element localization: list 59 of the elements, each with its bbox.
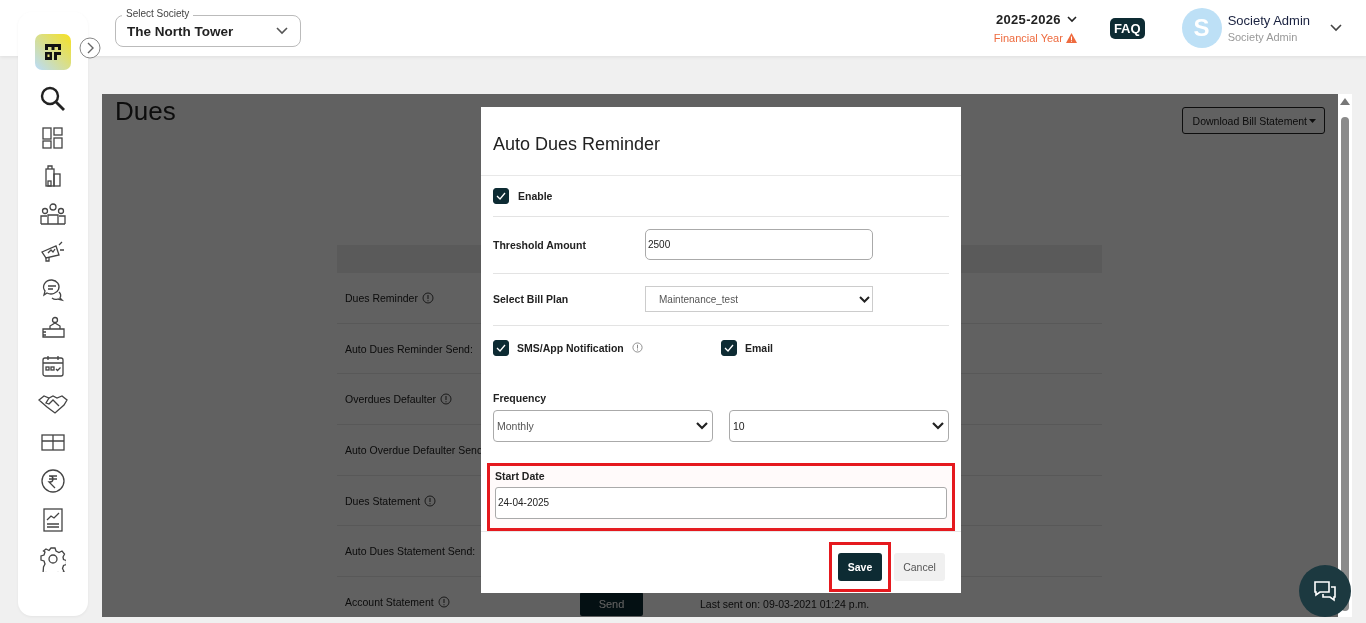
row-label: Auto Dues Reminder Send:	[345, 342, 473, 355]
row-label: Account Statement	[345, 596, 434, 609]
field-label: Frequency	[493, 391, 548, 404]
chevron-down-icon	[276, 27, 288, 35]
chevron-down-icon[interactable]	[1066, 16, 1077, 23]
start-date-input[interactable]: 24-04-2025	[495, 486, 947, 519]
chevron-down-icon	[859, 295, 870, 303]
checkmark-icon	[496, 343, 506, 352]
row-label: Dues Reminder	[345, 291, 418, 304]
caret-icon	[1309, 118, 1316, 123]
row-label: Overdues Defaulter	[345, 393, 437, 406]
scrollbar[interactable]	[1338, 94, 1352, 617]
field-label: Threshold Amount	[493, 238, 587, 251]
checkbox-label: Enable	[518, 189, 553, 202]
expand-chevron-icon[interactable]	[79, 37, 101, 59]
checkbox[interactable]	[721, 339, 737, 356]
society-name: The North Tower	[127, 23, 234, 39]
rupee-icon[interactable]	[40, 468, 66, 494]
checkbox[interactable]	[493, 339, 509, 356]
field-label: Select Society	[122, 8, 194, 20]
financial-year-label: Financial Year	[993, 32, 1063, 44]
dashboard-icon[interactable]	[41, 126, 65, 150]
page-title: Dues	[115, 96, 176, 127]
checkbox-label: SMS/App Notification	[517, 341, 624, 354]
financial-year-value[interactable]: 2025-2026	[996, 12, 1061, 27]
app-logo[interactable]	[35, 34, 71, 70]
frequency-period-select[interactable]: Monthly	[493, 409, 713, 442]
checkmark-icon	[724, 343, 734, 352]
reception-desk-icon[interactable]	[40, 316, 66, 340]
checkbox-label: Email	[745, 341, 773, 354]
scroll-up-arrow-icon[interactable]	[1340, 98, 1350, 105]
chevron-down-icon	[932, 421, 944, 430]
field-label: Select Bill Plan	[493, 293, 570, 306]
save-button[interactable]: Save	[838, 552, 882, 581]
user-name: Society Admin	[1227, 13, 1310, 28]
people-icon[interactable]	[40, 202, 66, 226]
frequency-day-select[interactable]: 10	[729, 409, 949, 442]
handshake-icon[interactable]	[38, 392, 68, 416]
chat-icon[interactable]	[41, 278, 65, 302]
search-icon[interactable]	[40, 86, 66, 112]
checkbox[interactable]	[493, 187, 509, 204]
threshold-amount-input[interactable]: 2500	[645, 229, 873, 261]
cancel-button[interactable]: Cancel	[894, 552, 945, 581]
calendar-icon[interactable]	[41, 354, 65, 378]
chat-bubbles-icon	[1312, 579, 1338, 603]
faq-button[interactable]: FAQ	[1109, 17, 1145, 39]
dialog-title: Auto Dues Reminder	[481, 107, 961, 176]
checkmark-icon	[496, 191, 506, 200]
chevron-down-icon	[696, 421, 708, 430]
bill-plan-select[interactable]: Maintenance_test	[645, 286, 873, 313]
field-label: Start Date	[495, 469, 546, 482]
settings-icon[interactable]	[40, 546, 66, 572]
user-role: Society Admin	[1227, 31, 1299, 43]
megaphone-icon[interactable]	[40, 240, 66, 264]
chevron-down-icon[interactable]	[1330, 24, 1342, 32]
row-label: Auto Dues Statement Send:	[345, 545, 476, 558]
report-chart-icon[interactable]	[41, 508, 65, 532]
row-label: Dues Statement	[345, 494, 421, 507]
last-sent-text: Last sent on: 09-03-2021 01:24 p.m.	[700, 598, 870, 611]
